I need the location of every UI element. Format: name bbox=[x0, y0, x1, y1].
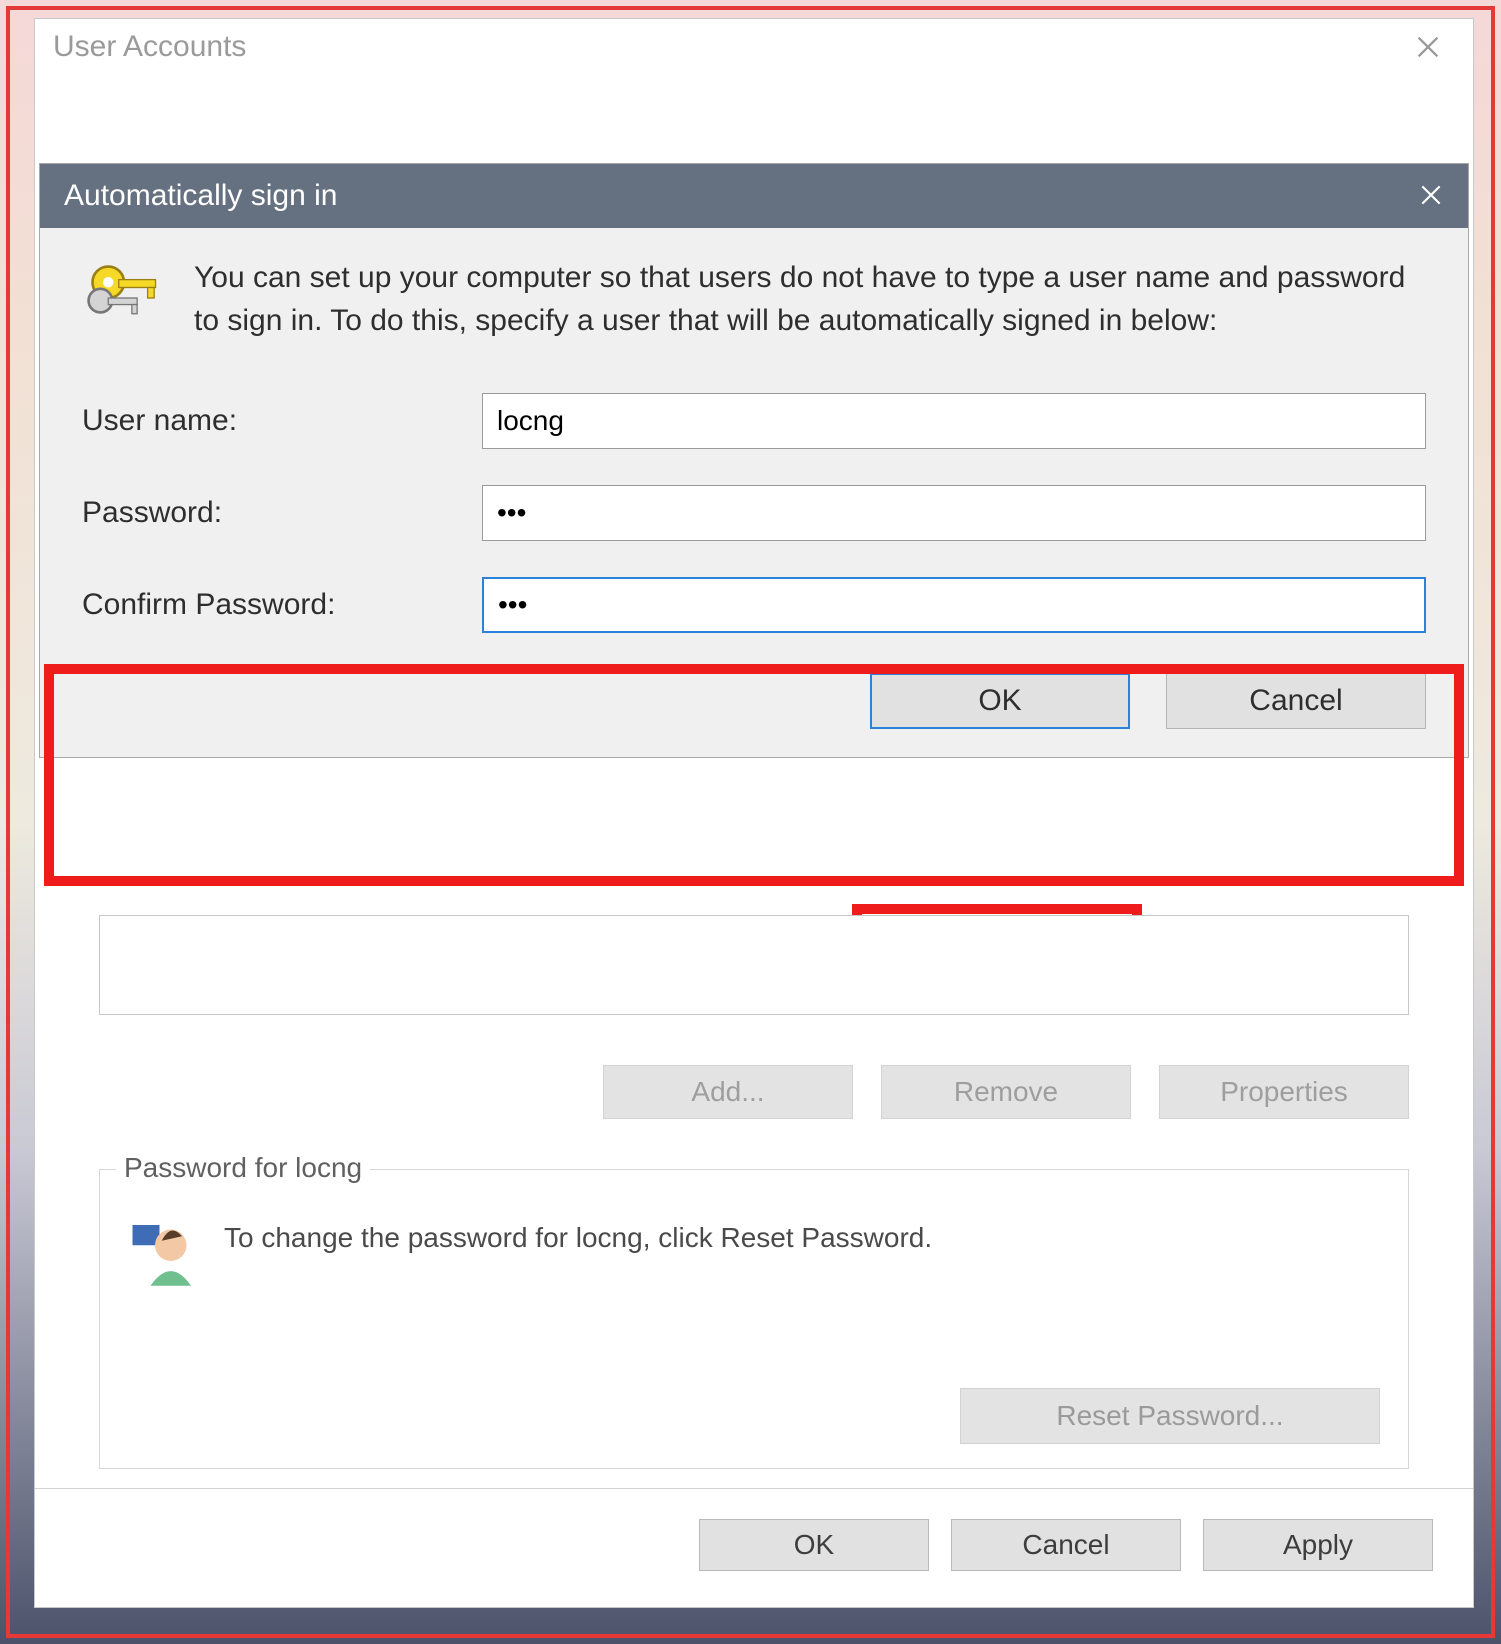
user-accounts-window: User Accounts Automatically sign in bbox=[34, 18, 1474, 1608]
password-input[interactable] bbox=[482, 485, 1426, 541]
inner-ok-button[interactable]: OK bbox=[870, 673, 1130, 729]
inner-titlebar[interactable]: Automatically sign in bbox=[40, 164, 1468, 228]
outer-ok-button[interactable]: OK bbox=[699, 1519, 929, 1571]
outer-cancel-button[interactable]: Cancel bbox=[951, 1519, 1181, 1571]
inner-title: Automatically sign in bbox=[64, 179, 337, 213]
intro-text: You can set up your computer so that use… bbox=[194, 256, 1426, 342]
add-user-button[interactable]: Add... bbox=[603, 1065, 853, 1119]
outer-apply-button[interactable]: Apply bbox=[1203, 1519, 1433, 1571]
inner-close-icon[interactable] bbox=[1418, 178, 1444, 214]
password-group-text: To change the password for locng, click … bbox=[224, 1216, 932, 1254]
confirm-password-label: Confirm Password: bbox=[82, 588, 482, 622]
password-label: Password: bbox=[82, 496, 482, 530]
keys-icon bbox=[82, 256, 166, 345]
password-groupbox: Password for locng To change the passwor… bbox=[99, 1169, 1409, 1469]
username-input[interactable] bbox=[482, 393, 1426, 449]
inner-cancel-button[interactable]: Cancel bbox=[1166, 673, 1426, 729]
outer-titlebar[interactable]: User Accounts bbox=[35, 19, 1473, 75]
divider bbox=[35, 1488, 1473, 1489]
outer-title: User Accounts bbox=[53, 30, 246, 64]
user-avatar-icon bbox=[128, 1216, 200, 1293]
outer-close-icon[interactable] bbox=[1401, 27, 1455, 67]
auto-signin-dialog: Automatically sign in bbox=[39, 163, 1469, 758]
remove-user-button[interactable]: Remove bbox=[881, 1065, 1131, 1119]
confirm-password-input[interactable] bbox=[482, 577, 1426, 633]
users-listbox[interactable] bbox=[99, 915, 1409, 1015]
reset-password-button[interactable]: Reset Password... bbox=[960, 1388, 1380, 1444]
password-group-legend: Password for locng bbox=[116, 1152, 370, 1184]
username-label: User name: bbox=[82, 404, 482, 438]
user-properties-button[interactable]: Properties bbox=[1159, 1065, 1409, 1119]
